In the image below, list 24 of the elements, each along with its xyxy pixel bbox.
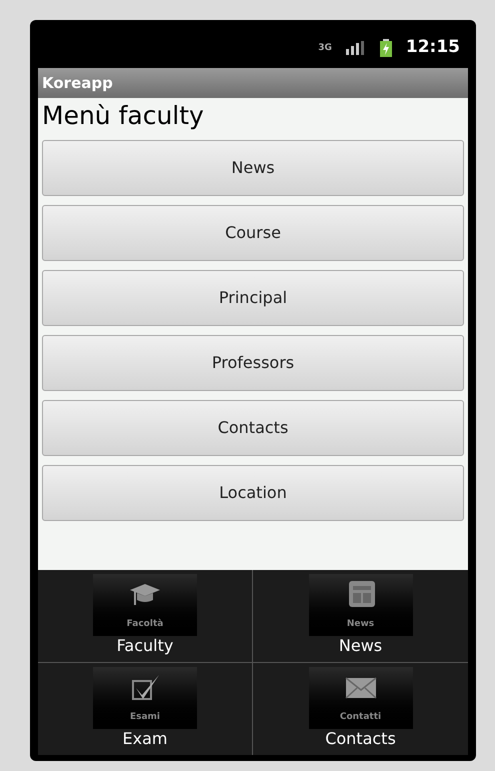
menu-button[interactable]: Principal [42,270,464,326]
tile-caption: Esami [130,710,160,724]
menu-button[interactable]: Professors [42,335,464,391]
tile-caption: Contatti [340,710,382,724]
menu-button[interactable]: News [42,140,464,196]
app-title: Koreapp [42,72,113,94]
menu-option[interactable]: Contatti Contacts [253,662,468,755]
option-label: News [338,636,382,656]
tile-caption: News [346,618,374,631]
page-heading: Menù faculty [42,100,205,132]
menu-option[interactable]: News News [253,570,468,662]
battery-charging-icon [380,39,392,57]
menu-button[interactable]: Location [42,465,464,521]
signal-icon [346,41,366,55]
menu-button[interactable]: Contacts [42,400,464,456]
option-label: Faculty [116,636,174,656]
menu-option[interactable]: Esami Exam [38,662,253,755]
tile-caption: Facoltà [126,618,164,631]
option-label: Exam [122,728,168,748]
option-label: Contacts [325,728,396,748]
menu-button[interactable]: Course [42,205,464,261]
menu-option[interactable]: Facoltà Faculty [38,570,253,662]
network-indicator: 3G [318,44,332,52]
clock-time: 12:15 [406,36,460,60]
